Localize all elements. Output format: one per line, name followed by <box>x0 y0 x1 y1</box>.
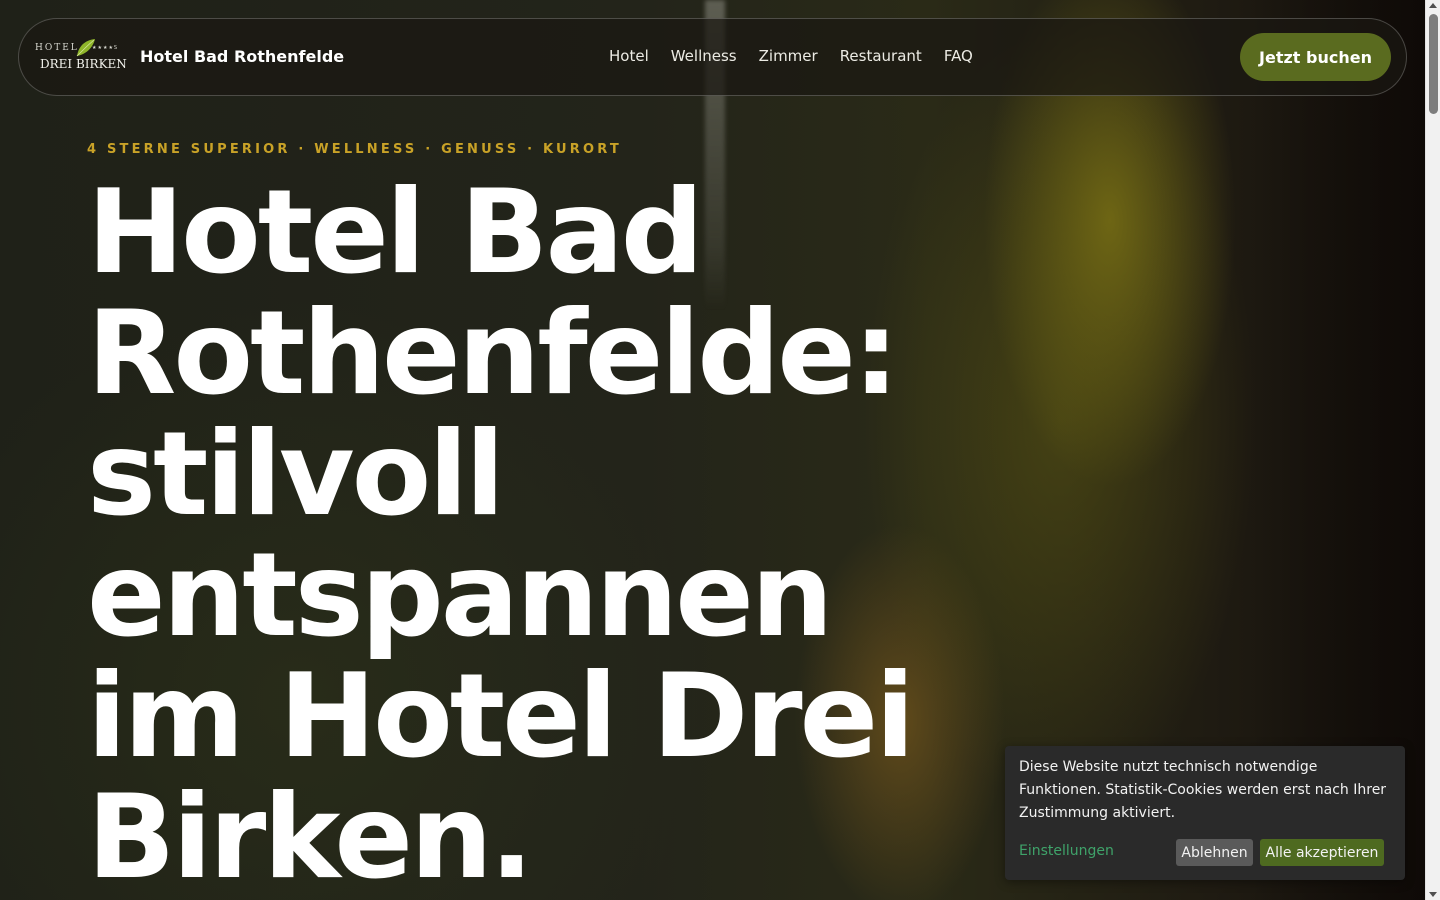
nav-link-hotel[interactable]: Hotel <box>609 47 649 65</box>
scroll-down-arrow-icon[interactable] <box>1429 892 1437 897</box>
brand-name[interactable]: Hotel Bad Rothenfelde <box>140 47 344 66</box>
logo-stars: ★★★★S <box>92 45 119 51</box>
headline-line: Rothenfelde: <box>87 286 899 421</box>
hero-eyebrow: 4 STERNE SUPERIOR · WELLNESS · GENUSS · … <box>87 142 622 157</box>
headline-line: entspannen <box>87 528 833 663</box>
hero-headline: Hotel Bad Rothenfelde: stilvoll entspann… <box>87 172 987 898</box>
page-scrollbar[interactable] <box>1425 0 1440 900</box>
cookie-decline-button[interactable]: Ablehnen <box>1176 839 1253 866</box>
cookie-banner: Diese Website nutzt technisch notwendige… <box>1005 746 1405 880</box>
cookie-accept-all-button[interactable]: Alle akzeptieren <box>1260 839 1384 866</box>
nav-link-wellness[interactable]: Wellness <box>671 47 737 65</box>
logo-hotel-text: HOTEL <box>35 43 79 53</box>
scroll-up-arrow-icon[interactable] <box>1429 3 1437 8</box>
hotel-logo[interactable]: HOTEL ★★★★S DREI BIRKEN <box>35 39 129 76</box>
headline-line: im Hotel Drei <box>87 649 915 784</box>
main-navbar: HOTEL ★★★★S DREI BIRKEN Hotel Bad Rothen… <box>18 18 1407 96</box>
headline-line: stilvoll <box>87 407 505 542</box>
scrollbar-thumb[interactable] <box>1429 14 1438 114</box>
primary-nav: Hotel Wellness Zimmer Restaurant FAQ <box>609 47 995 65</box>
cookie-settings-link[interactable]: Einstellungen <box>1019 843 1114 859</box>
logo-name-text: DREI BIRKEN <box>40 57 127 71</box>
headline-line: Hotel Bad <box>87 165 704 300</box>
headline-line: Birken. <box>87 770 534 900</box>
cookie-message: Diese Website nutzt technisch notwendige… <box>1019 759 1387 821</box>
nav-link-restaurant[interactable]: Restaurant <box>840 47 922 65</box>
nav-link-zimmer[interactable]: Zimmer <box>759 47 818 65</box>
book-now-button[interactable]: Jetzt buchen <box>1240 33 1391 81</box>
nav-link-faq[interactable]: FAQ <box>944 47 973 65</box>
